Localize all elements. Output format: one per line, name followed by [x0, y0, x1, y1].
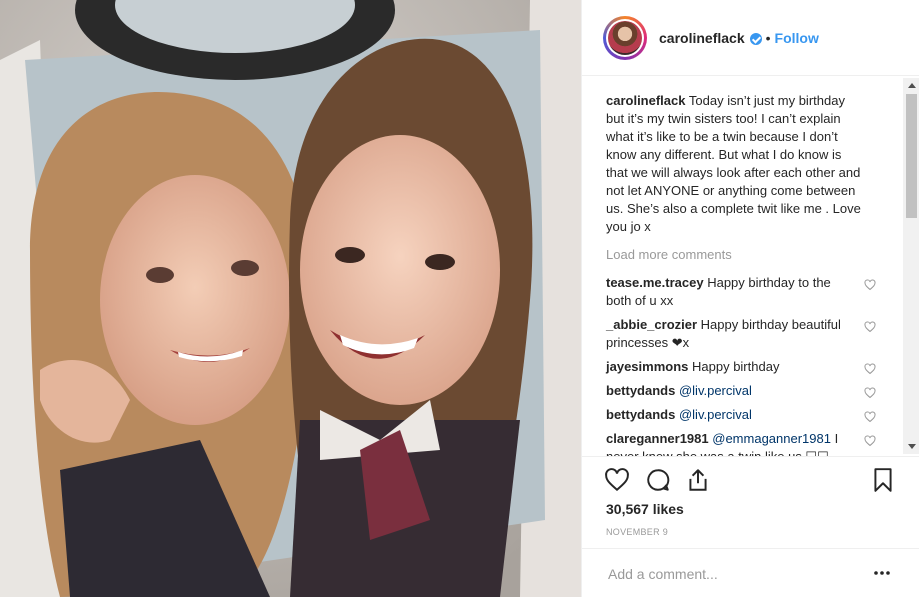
comment-mention[interactable]: @liv.percival	[679, 383, 752, 398]
separator-dot: •	[765, 29, 771, 46]
post-date[interactable]: NOVEMBER 9	[606, 527, 668, 537]
avatar-image	[608, 20, 642, 55]
more-options-icon[interactable]	[874, 571, 890, 575]
add-comment-bar	[582, 548, 919, 598]
comments-list[interactable]: carolineflack Today isn’t just my birthd…	[582, 76, 919, 456]
comment-text: Happy birthday	[692, 359, 780, 374]
caption-text: Today isn’t just my birthday but it’s my…	[606, 93, 861, 234]
scroll-up-arrow-icon[interactable]	[908, 83, 916, 88]
like-comment-heart-icon[interactable]	[864, 321, 876, 333]
list-item: clareganner1981 @emmaganner1981 I never …	[606, 430, 876, 456]
username[interactable]: carolineflack	[659, 30, 745, 46]
scroll-down-arrow-icon[interactable]	[908, 444, 916, 449]
list-item: bettydands @liv.percival	[606, 382, 876, 400]
comments-scrollbar[interactable]	[903, 78, 919, 454]
load-more-comments-button[interactable]: Load more comments	[606, 246, 898, 264]
comment-username[interactable]: bettydands	[606, 407, 675, 422]
like-comment-heart-icon[interactable]	[864, 363, 876, 375]
list-item: _abbie_crozier Happy birthday beautiful …	[606, 316, 876, 352]
post-side-panel: carolineflack • Follow carolineflack Tod…	[581, 0, 919, 597]
list-item: jayesimmons Happy birthday	[606, 358, 876, 376]
comment-icon[interactable]	[645, 467, 671, 493]
like-count[interactable]: 30,567 likes	[606, 501, 684, 517]
share-icon[interactable]	[685, 467, 711, 493]
like-comment-heart-icon[interactable]	[864, 279, 876, 291]
like-comment-heart-icon[interactable]	[864, 435, 876, 447]
bookmark-icon[interactable]	[870, 467, 896, 493]
list-item: bettydands @liv.percival	[606, 406, 876, 424]
instagram-post: carolineflack • Follow carolineflack Tod…	[0, 0, 919, 597]
comment-username[interactable]: jayesimmons	[606, 359, 688, 374]
caption: carolineflack Today isn’t just my birthd…	[606, 92, 862, 236]
comment-username[interactable]: _abbie_crozier	[606, 317, 697, 332]
add-comment-input[interactable]	[606, 563, 860, 585]
like-comment-heart-icon[interactable]	[864, 411, 876, 423]
twin-sisters-photo	[0, 0, 581, 597]
caption-username[interactable]: carolineflack	[606, 93, 686, 108]
post-actions	[582, 456, 919, 505]
post-header: carolineflack • Follow	[582, 0, 919, 76]
heart-icon[interactable]	[604, 467, 630, 493]
list-item: tease.me.tracey Happy birthday to the bo…	[606, 274, 876, 310]
comment-mention[interactable]: @liv.percival	[679, 407, 752, 422]
comment-username[interactable]: bettydands	[606, 383, 675, 398]
scrollbar-thumb[interactable]	[906, 94, 917, 218]
like-comment-heart-icon[interactable]	[864, 387, 876, 399]
comment-username[interactable]: clareganner1981	[606, 431, 709, 446]
follow-button[interactable]: Follow	[775, 30, 819, 46]
avatar[interactable]	[603, 15, 647, 60]
comment-mention[interactable]: @emmaganner1981	[712, 431, 831, 446]
comment-username[interactable]: tease.me.tracey	[606, 275, 704, 290]
verified-badge-icon	[749, 32, 762, 45]
post-photo[interactable]	[0, 0, 581, 597]
